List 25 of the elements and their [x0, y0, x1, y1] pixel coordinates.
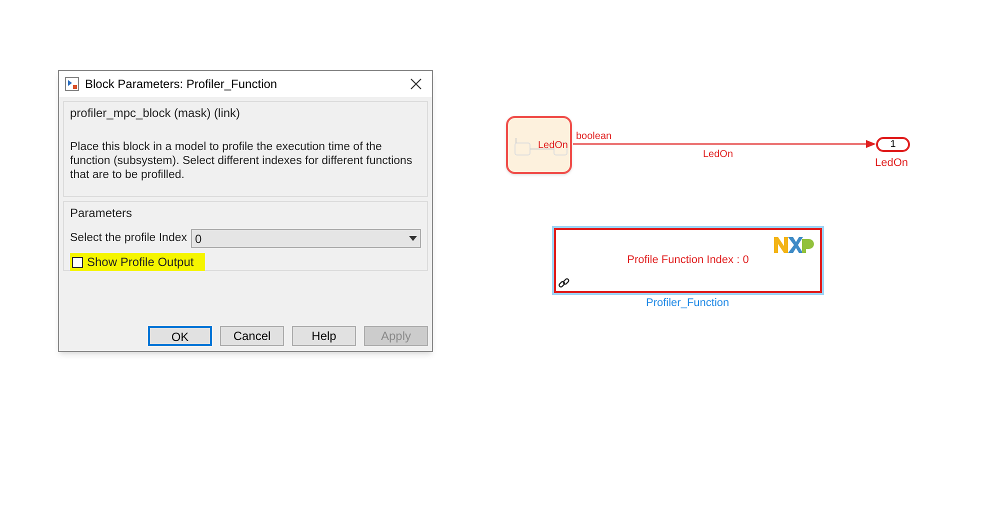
logo-icon — [774, 237, 814, 253]
chart-block[interactable]: LedOn — [506, 116, 572, 174]
outport-label: LedOn — [875, 156, 908, 171]
signal-name: LedOn — [703, 148, 734, 162]
link-icon — [558, 277, 570, 289]
index-dropdown[interactable]: 0 — [191, 229, 421, 248]
subsystem-block[interactable]: Profile Function Index : 0 — [552, 226, 824, 295]
parameters-title: Parameters — [70, 205, 134, 222]
dialog-button[interactable]: Cancel — [220, 326, 284, 346]
block-icon — [65, 77, 79, 91]
show-output-checkbox[interactable]: Show Profile Output — [70, 253, 205, 271]
window-title: Block Parameters: Profiler_Function — [85, 76, 278, 93]
mask-title: profiler_mpc_block (mask) (link) — [70, 105, 242, 122]
subsystem-name: Profiler_Function — [646, 296, 730, 311]
caret-icon — [409, 236, 417, 241]
dialog-button[interactable]: Help — [292, 326, 356, 346]
dialog-button[interactable]: OK — [148, 326, 212, 346]
signal-type-label: boolean — [576, 130, 612, 144]
close-icon — [410, 78, 422, 90]
subsystem-text: Profile Function Index : 0 — [627, 253, 749, 268]
index-label: Select the profile Index — [70, 230, 187, 246]
state-chart-icon — [514, 138, 568, 156]
output-port-label: LedOn — [538, 139, 568, 153]
description-text: Place this block in a model to profile the execution time of the function (subsystem). Select different indexes for different functions that are to be profilled. — [70, 140, 414, 182]
outport-block[interactable]: 1 — [876, 137, 910, 152]
